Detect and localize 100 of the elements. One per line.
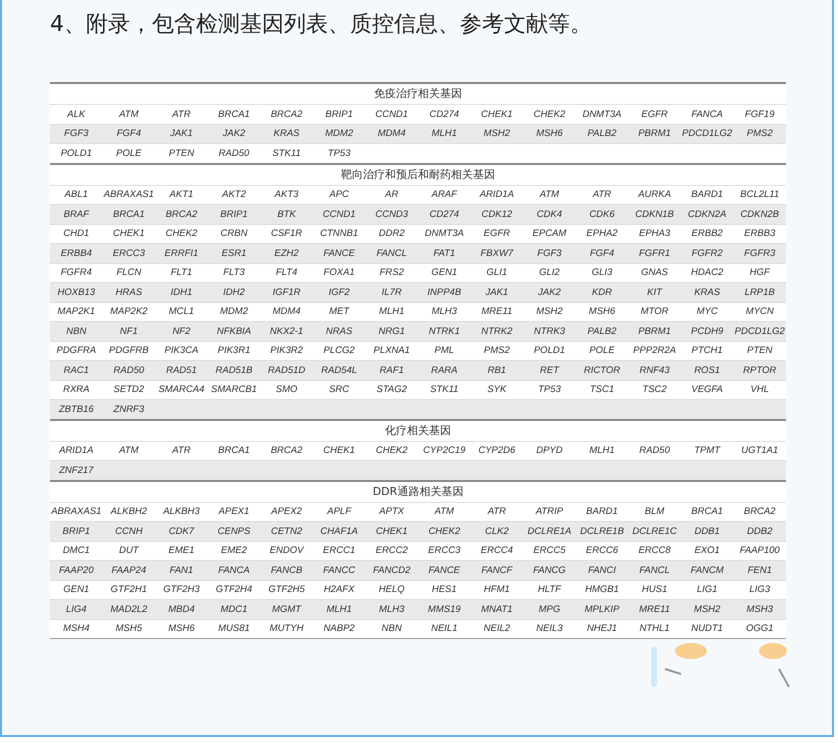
gene-cell-text: IGF2	[328, 286, 351, 298]
gene-cell-text: CSF1R	[270, 228, 304, 240]
gene-cell-text: MLH1	[378, 306, 406, 318]
table-section-title: 化疗相关基因	[50, 418, 786, 440]
gene-cell-text: ERCC5	[532, 545, 567, 556]
gene-cell-text: JAK1	[484, 286, 510, 298]
gene-cell-text: ALKBH2	[109, 506, 148, 518]
gene-cell-text: NUDT1	[690, 623, 724, 634]
gene-cell-text: EPCAM	[532, 228, 568, 240]
gene-cell-text: GTF2H1	[110, 584, 148, 596]
gene-cell-text: LRP1B	[744, 286, 776, 298]
gene-cell-text: PCDH9	[690, 326, 724, 337]
gene-cell-text: FAAP100	[738, 545, 781, 556]
gene-cell-text: HUS1	[640, 584, 668, 596]
gene-cell-text: INPP4B	[426, 286, 462, 298]
gene-cell-text: CHEK1	[374, 526, 409, 537]
gene-cell-text: MSH2	[535, 306, 564, 318]
gene-cell-text: DNMT3A	[581, 108, 623, 120]
gene-cell-text: FRS2	[378, 267, 405, 278]
gene-cell-text: MTOR	[640, 306, 670, 318]
gene-cell-text: PBRM1	[637, 326, 672, 337]
gene-cell-text: DCLRE1A	[526, 526, 572, 537]
gene-cell-text: ATR	[171, 108, 192, 120]
gene-cell-text: MSH6	[535, 128, 564, 140]
gene-cell-text: CDK4	[536, 208, 564, 220]
gene-cell-text: MCL1	[168, 306, 196, 318]
gene-cell-text: BRCA1	[690, 506, 724, 518]
gene-cell-text: RAD50	[638, 445, 671, 456]
gene-cell-text: PMS2	[482, 345, 511, 356]
gene-cell-text: ATM	[118, 445, 140, 456]
gene-cell-text: NTRK3	[532, 326, 566, 337]
gene-cell-text: APLF	[326, 506, 352, 518]
gene-cell-text: ROS1	[693, 364, 722, 376]
gene-cell-text: STK11	[271, 148, 302, 159]
gene-cell-text: MMS19	[426, 604, 462, 615]
gene-cell-text: TPMT	[693, 445, 722, 456]
gene-cell-text: KRAS	[693, 286, 722, 298]
gene-cell-text: FLT1	[170, 267, 194, 278]
gene-cell-text: CHD1	[62, 228, 90, 240]
gene-cell-text: EZH2	[273, 248, 300, 259]
gene-cell-text: FGF19	[744, 108, 776, 120]
gene-cell-text: NF2	[171, 326, 192, 337]
gene-cell-text: HRAS	[114, 286, 144, 298]
gene-cell-text: RAD54L	[320, 364, 358, 376]
gene-cell-text: PALB2	[586, 128, 618, 140]
gene-cell-text: FOXA1	[322, 267, 356, 278]
gene-cell-text: FBXW7	[479, 248, 514, 259]
gene-cell-text: MDM2	[324, 128, 354, 140]
gene-cell-text: BLM	[644, 506, 666, 518]
gene-cell-text: CDK12	[480, 208, 514, 220]
gene-cell-text: BRCA2	[270, 445, 304, 456]
gene-cell-text: GEN1	[62, 584, 90, 596]
gene-cell-text: IL7R	[380, 286, 403, 298]
gene-cell-text: CDKN1B	[634, 208, 675, 220]
gene-cell-text: MSH2	[692, 604, 722, 615]
gene-cell-text: FGF4	[588, 248, 616, 259]
gene-cell-text: MSH6	[588, 306, 616, 318]
gene-cell-text: HMGB1	[584, 584, 620, 596]
gene-cell-text: NBN	[380, 623, 403, 634]
gene-cell-text: NRAS	[324, 326, 354, 337]
gene-cell-text: NFKBIA	[216, 326, 252, 337]
gene-cell-text: ERCC3	[427, 545, 462, 556]
gene-cell-text: FANCC	[322, 564, 356, 576]
gene-cell-text: BRCA2	[164, 208, 198, 220]
gene-cell-text: BRCA2	[270, 108, 304, 120]
gene-cell-text: EME1	[167, 545, 196, 556]
gene-cell-text: CCNH	[114, 526, 144, 537]
gene-cell-text: FAT1	[432, 248, 456, 259]
gene-cell-text: RAD51D	[266, 364, 306, 376]
gene-cell-text: HELQ	[378, 584, 406, 596]
gene-cell-text: MLH1	[325, 604, 353, 615]
gene-cell-text: CD274	[428, 108, 460, 120]
gene-cell-text: BTK	[276, 208, 297, 220]
gene-cell-text: MSH6	[167, 623, 196, 634]
gene-cell-text: BRCA1	[217, 108, 251, 120]
gene-cell-text: ATR	[171, 445, 192, 456]
gene-cell-text: RAD51	[165, 364, 198, 376]
gene-cell-text: POLE	[115, 148, 143, 159]
gene-cell-text: NEIL1	[430, 623, 458, 634]
gene-cell-text: CHEK2	[164, 228, 198, 240]
gene-cell-text: APTX	[378, 506, 406, 518]
gene-cell-text: ERCC8	[637, 545, 672, 556]
gene-cell-text: MSH2	[482, 128, 512, 140]
gene-cell-text: HOXB13	[56, 286, 96, 298]
gene-cell-text: FANCA	[217, 564, 251, 576]
gene-cell-text: RET	[538, 364, 560, 376]
gene-cell-text: PLXNA1	[372, 345, 411, 356]
gene-cell-text: NABP2	[322, 623, 356, 634]
gene-cell-text: ERRFI1	[164, 248, 200, 259]
gene-cell-text: FANCM	[690, 564, 725, 576]
gene-cell-text: CHEK2	[532, 108, 566, 120]
gene-cell-text: FGFR4	[60, 267, 93, 278]
gene-cell-text: NTRK2	[480, 326, 514, 337]
gene-cell-text: MET	[328, 306, 351, 318]
gene-cell-text: ESR1	[220, 248, 248, 259]
gene-cell-text: MSH5	[114, 623, 144, 634]
gene-cell-text: RAD50	[218, 148, 250, 159]
gene-cell-text: RAD50	[112, 364, 146, 376]
gene-cell-text: CCND1	[374, 108, 410, 120]
gene-cell-text: EGFR	[482, 228, 512, 240]
